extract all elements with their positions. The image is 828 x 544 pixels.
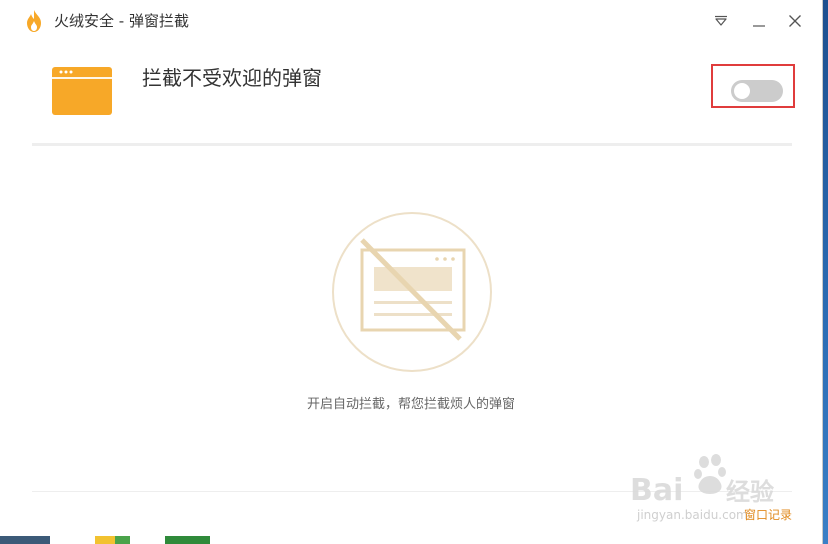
menu-button[interactable] [710, 10, 732, 32]
toggle-knob [734, 83, 750, 99]
feature-header: 拦截不受欢迎的弹窗 [0, 42, 822, 142]
blocked-popup-icon [332, 212, 492, 372]
svg-text:经验: 经验 [726, 478, 774, 506]
close-icon [789, 15, 801, 27]
header-divider [32, 143, 792, 146]
close-button[interactable] [784, 10, 806, 32]
minimize-icon [753, 25, 765, 27]
huorong-flame-icon [27, 10, 41, 32]
feature-title: 拦截不受欢迎的弹窗 [142, 66, 322, 90]
taskbar-peek [0, 536, 210, 544]
watermark-url: jingyan.baidu.com [637, 508, 748, 522]
svg-text:Bai: Bai [630, 473, 683, 508]
minimize-button[interactable] [748, 10, 770, 32]
window-title: 火绒安全 - 弹窗拦截 [54, 12, 189, 30]
title-bar: 火绒安全 - 弹窗拦截 [0, 0, 822, 42]
app-window: 火绒安全 - 弹窗拦截 拦截不受欢迎的弹窗 开启自动拦截，帮您拦截烦人的弹窗 B… [0, 0, 823, 544]
popup-block-toggle[interactable] [731, 80, 783, 102]
menu-triangle-icon [715, 15, 727, 26]
browser-window-icon [52, 67, 112, 115]
popup-history-link[interactable]: 窗口记录 [744, 507, 792, 523]
empty-state-hint: 开启自动拦截，帮您拦截烦人的弹窗 [306, 397, 515, 412]
